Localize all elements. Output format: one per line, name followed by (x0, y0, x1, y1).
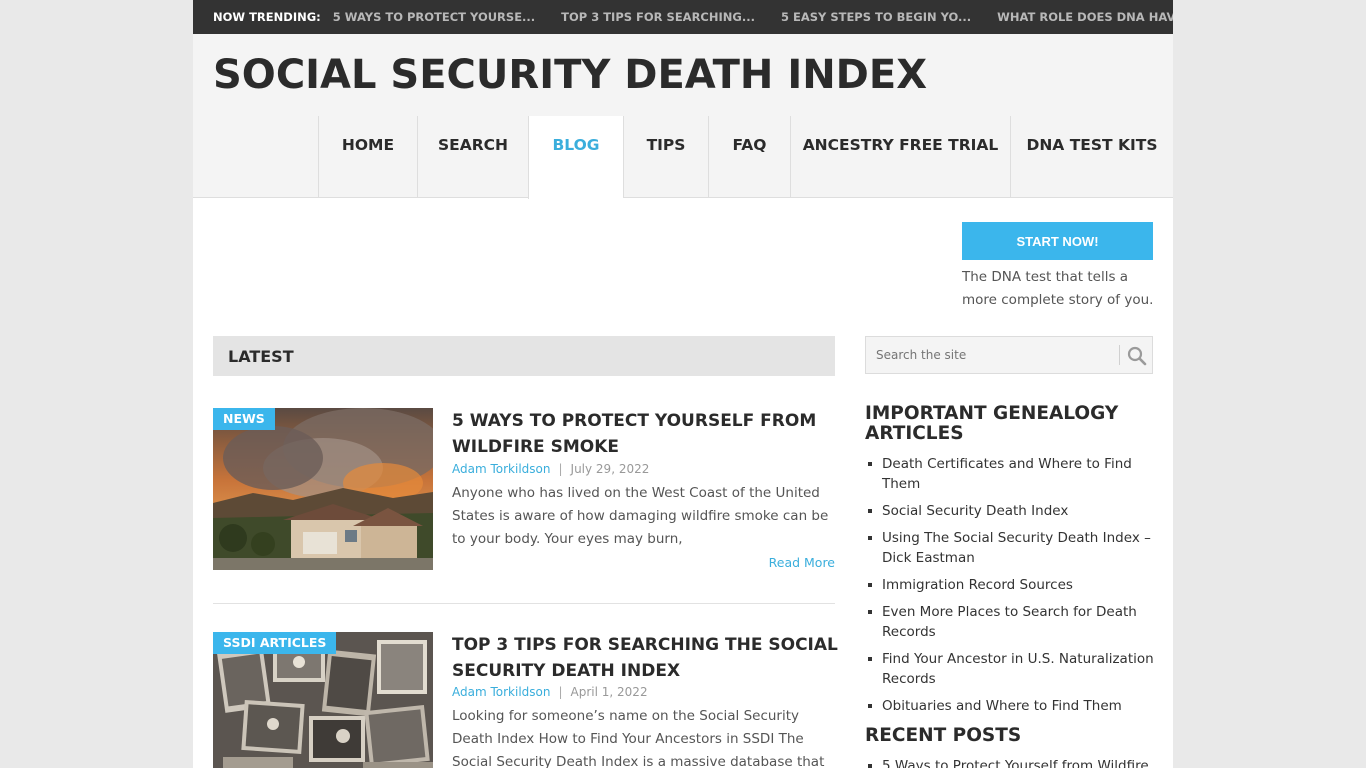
recent-post-link[interactable]: 5 Ways to Protect Yourself from Wildfire… (882, 758, 1149, 768)
search-input[interactable] (866, 337, 1118, 373)
important-articles-list: Death Certificates and Where to Find The… (865, 454, 1155, 723)
nav-item-search[interactable]: SEARCH (417, 116, 528, 198)
site-title[interactable]: SOCIAL SECURITY DEATH INDEX (213, 52, 927, 98)
meta-separator: | (558, 462, 563, 476)
trending-bar: NOW TRENDING: 5 WAYS TO PROTECT YOURSE..… (193, 0, 1173, 34)
search-separator (1119, 345, 1120, 365)
trending-item[interactable]: 5 EASY STEPS TO BEGIN YO... (781, 10, 971, 24)
list-item[interactable]: Obituaries and Where to Find Them (865, 696, 1155, 716)
list-item[interactable]: 5 Ways to Protect Yourself from Wildfire… (865, 756, 1155, 768)
nav-item-tips[interactable]: TIPS (623, 116, 708, 198)
post-item: NEWS 5 WAYS TO PROTECT YOURSELF FROM WIL… (213, 408, 835, 588)
latest-heading: LATEST (213, 336, 835, 376)
nav-item-blog[interactable]: BLOG (528, 116, 623, 199)
article-link[interactable]: Obituaries and Where to Find Them (882, 698, 1122, 714)
post-divider (213, 603, 835, 604)
nav-item-faq[interactable]: FAQ (708, 116, 790, 198)
site-search (865, 336, 1153, 374)
important-articles-title: IMPORTANT GENEALOGY ARTICLES (865, 403, 1119, 444)
post-author[interactable]: Adam Torkildson (452, 462, 550, 476)
article-link[interactable]: Find Your Ancestor in U.S. Naturalizatio… (882, 651, 1154, 687)
post-author[interactable]: Adam Torkildson (452, 685, 550, 699)
post-meta: Adam Torkildson | April 1, 2022 (452, 685, 648, 699)
list-item[interactable]: Social Security Death Index (865, 501, 1155, 521)
recent-posts-list: 5 Ways to Protect Yourself from Wildfire… (865, 756, 1155, 768)
list-item[interactable]: Using The Social Security Death Index – … (865, 528, 1155, 568)
article-link[interactable]: Immigration Record Sources (882, 577, 1073, 593)
article-link[interactable]: Even More Places to Search for Death Rec… (882, 604, 1137, 640)
nav-item-ancestry-free-trial[interactable]: ANCESTRY FREE TRIAL (790, 116, 1010, 198)
search-icon[interactable] (1126, 345, 1148, 367)
list-item[interactable]: Even More Places to Search for Death Rec… (865, 602, 1155, 642)
post-category-badge[interactable]: SSDI ARTICLES (213, 632, 337, 654)
post-excerpt: Looking for someone’s name on the Social… (452, 708, 825, 768)
trending-item[interactable]: WHAT ROLE DOES DNA HAVE ... (997, 10, 1173, 24)
meta-separator: | (558, 685, 563, 699)
article-link[interactable]: Death Certificates and Where to Find The… (882, 456, 1132, 492)
trending-label: NOW TRENDING: (213, 10, 321, 24)
article-link[interactable]: Using The Social Security Death Index – … (882, 530, 1151, 566)
trending-item[interactable]: TOP 3 TIPS FOR SEARCHING... (561, 10, 755, 24)
recent-posts-title: RECENT POSTS (865, 725, 1022, 746)
post-date: April 1, 2022 (570, 685, 648, 699)
start-now-button[interactable]: START NOW! (962, 222, 1153, 260)
post-meta: Adam Torkildson | July 29, 2022 (452, 462, 649, 476)
read-more-link[interactable]: Read More (769, 555, 835, 570)
nav-item-dna-test-kits[interactable]: DNA TEST KITS (1010, 116, 1173, 198)
post-item: SSDI ARTICLES TOP 3 TIPS FOR SEARCHING T… (213, 632, 838, 768)
page: NOW TRENDING: 5 WAYS TO PROTECT YOURSE..… (193, 0, 1173, 768)
list-item[interactable]: Death Certificates and Where to Find The… (865, 454, 1155, 494)
post-thumbnail-wildfire[interactable] (213, 408, 433, 570)
post-category-badge[interactable]: NEWS (213, 408, 275, 430)
promo-text: The DNA test that tells a more complete … (962, 269, 1154, 308)
post-excerpt: Anyone who has lived on the West Coast o… (452, 485, 829, 547)
nav-item-home[interactable]: HOME (318, 116, 417, 198)
post-date: July 29, 2022 (570, 462, 650, 476)
list-item[interactable]: Immigration Record Sources (865, 575, 1155, 595)
trending-item[interactable]: 5 WAYS TO PROTECT YOURSE... (333, 10, 535, 24)
site-header: SOCIAL SECURITY DEATH INDEX HOME SEARCH … (193, 34, 1173, 199)
article-link[interactable]: Social Security Death Index (882, 503, 1068, 519)
main-nav: HOME SEARCH BLOG TIPS FAQ ANCESTRY FREE … (318, 116, 1173, 199)
list-item[interactable]: Find Your Ancestor in U.S. Naturalizatio… (865, 649, 1155, 689)
wildfire-house-image (213, 408, 433, 570)
post-title[interactable]: TOP 3 TIPS FOR SEARCHING THE SOCIAL SECU… (452, 632, 842, 684)
post-title[interactable]: 5 WAYS TO PROTECT YOURSELF FROM WILDFIRE… (452, 408, 842, 460)
